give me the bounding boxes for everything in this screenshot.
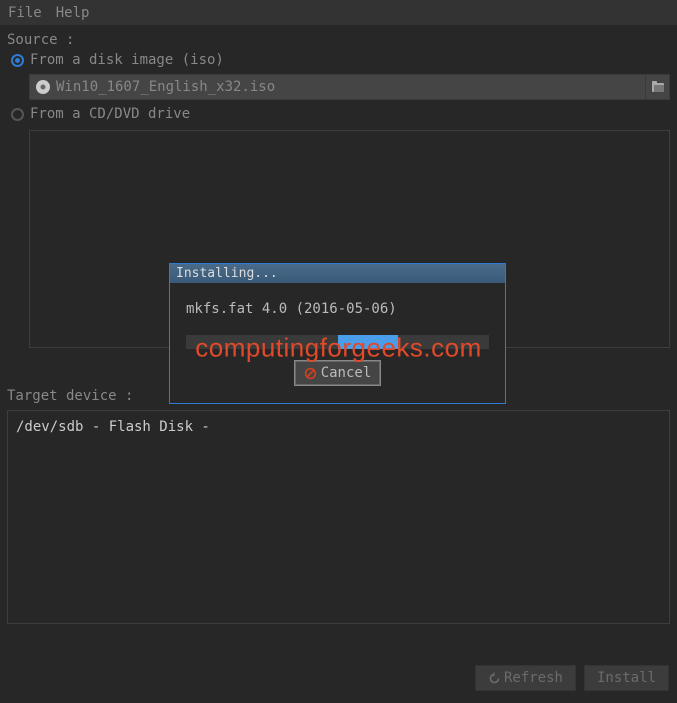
dialog-title: Installing...: [170, 264, 505, 283]
progress-fill: [338, 335, 399, 349]
target-device-list[interactable]: /dev/sdb - Flash Disk -: [7, 410, 670, 624]
refresh-button[interactable]: Refresh: [475, 665, 576, 691]
menu-help[interactable]: Help: [56, 5, 90, 21]
disk-image-icon: [35, 79, 51, 95]
prohibit-icon: [304, 367, 317, 380]
radio-from-iso[interactable]: From a disk image (iso): [11, 52, 670, 68]
folder-open-icon: [651, 81, 665, 93]
radio-from-iso-label: From a disk image (iso): [30, 52, 224, 68]
dialog-body: mkfs.fat 4.0 (2016-05-06) Cancel: [170, 283, 505, 403]
menubar: File Help: [0, 0, 677, 25]
target-device-item[interactable]: /dev/sdb - Flash Disk -: [16, 419, 661, 435]
radio-from-cd-label: From a CD/DVD drive: [30, 106, 190, 122]
progress-bar: [186, 335, 489, 349]
browse-button[interactable]: [645, 75, 669, 99]
refresh-icon: [488, 672, 501, 685]
cancel-button[interactable]: Cancel: [295, 361, 381, 385]
dialog-status-text: mkfs.fat 4.0 (2016-05-06): [186, 301, 489, 317]
iso-file-name: Win10_1607_English_x32.iso: [56, 75, 645, 99]
refresh-label: Refresh: [504, 670, 563, 686]
install-label: Install: [597, 670, 656, 686]
radio-icon: [11, 108, 24, 121]
install-button[interactable]: Install: [584, 665, 669, 691]
radio-icon: [11, 54, 24, 67]
source-label: Source :: [7, 32, 670, 48]
iso-file-field[interactable]: Win10_1607_English_x32.iso: [29, 74, 670, 100]
cancel-label: Cancel: [321, 365, 372, 381]
bottom-button-bar: Refresh Install: [475, 665, 669, 691]
installing-dialog: Installing... mkfs.fat 4.0 (2016-05-06) …: [169, 263, 506, 404]
menu-file[interactable]: File: [8, 5, 42, 21]
radio-from-cd[interactable]: From a CD/DVD drive: [11, 106, 670, 122]
